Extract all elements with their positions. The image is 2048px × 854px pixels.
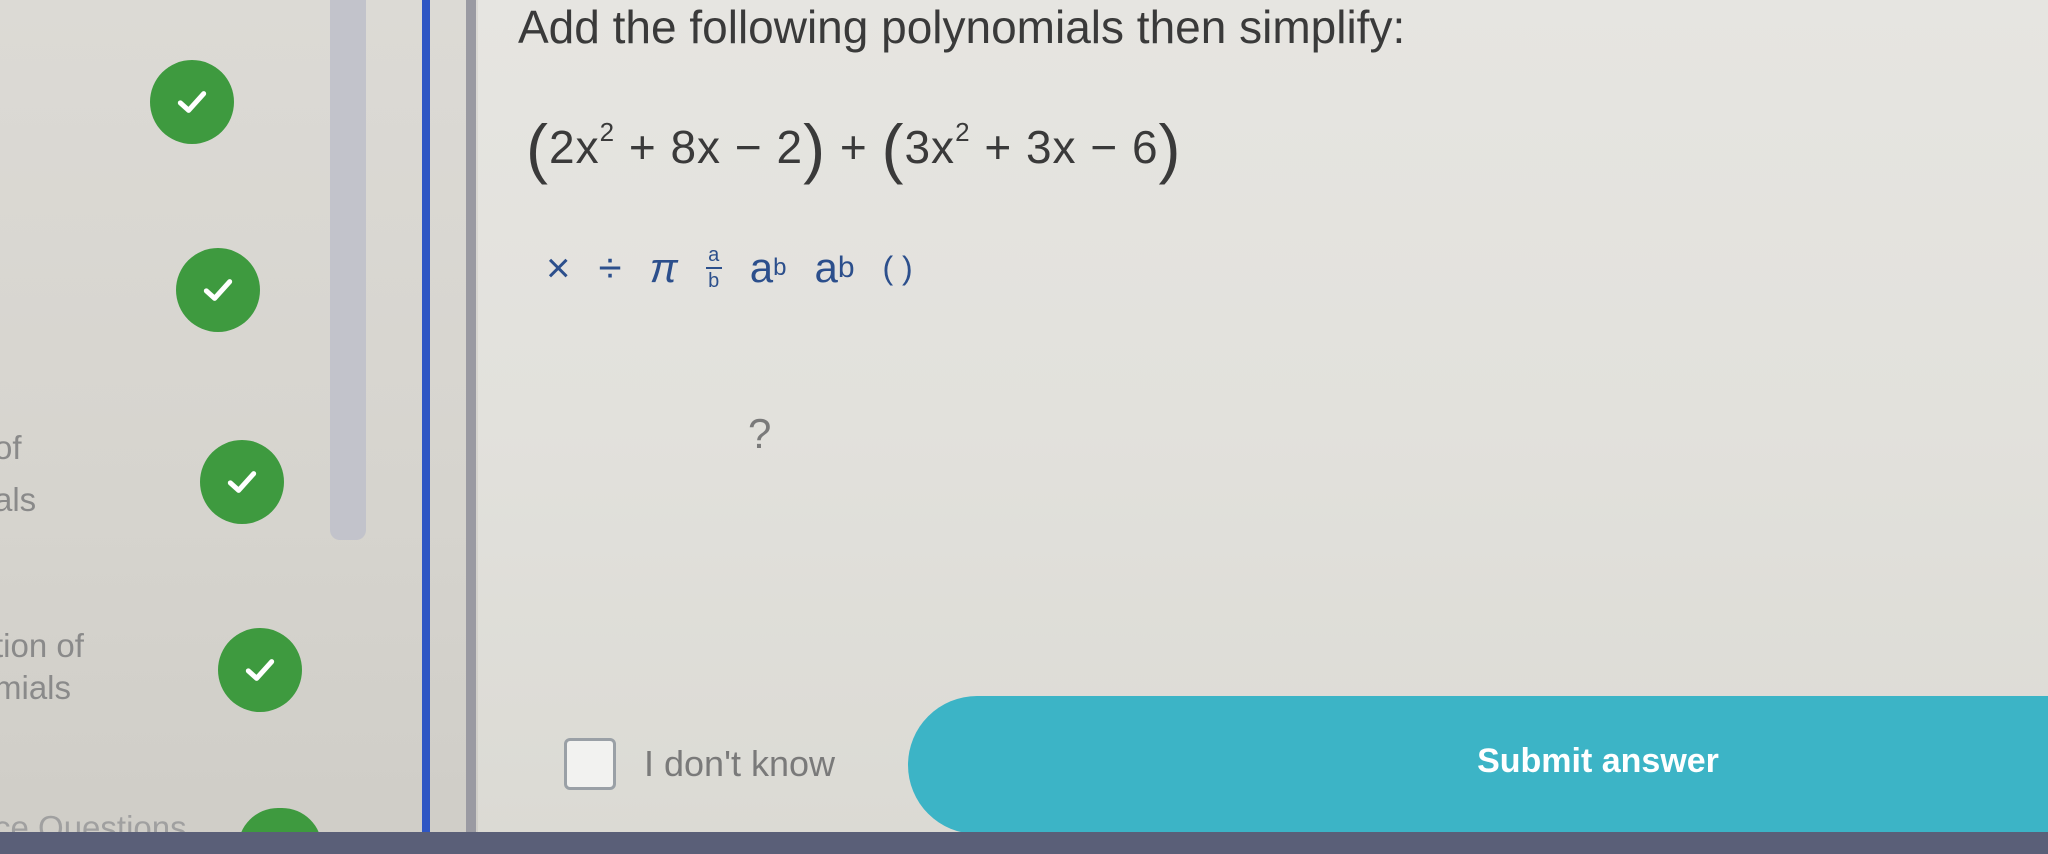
sidebar-scrollbar[interactable] xyxy=(330,0,366,540)
sidebar-divider xyxy=(422,0,430,854)
parentheses-button[interactable]: ( ) xyxy=(883,250,913,287)
sidebar-item-label[interactable]: tion of xyxy=(0,626,84,666)
help-icon[interactable]: ? xyxy=(748,410,771,458)
dont-know-label: I don't know xyxy=(644,743,835,784)
dont-know-option[interactable]: I don't know xyxy=(564,738,835,790)
question-panel: Add the following polynomials then simpl… xyxy=(478,0,2048,840)
submit-answer-button[interactable]: Submit answer xyxy=(908,696,2048,834)
check-icon xyxy=(218,628,302,712)
subscript-button[interactable]: ab xyxy=(814,244,854,292)
sidebar-item-label[interactable]: als xyxy=(0,480,36,520)
check-icon xyxy=(150,60,234,144)
sidebar-edge xyxy=(466,0,476,854)
divide-button[interactable]: ÷ xyxy=(599,244,622,292)
lesson-sidebar: of als tion of mials ce Questions xyxy=(0,0,490,854)
question-title: Add the following polynomials then simpl… xyxy=(518,1,1406,53)
sidebar-item-label[interactable]: of xyxy=(0,428,22,468)
exponent-button[interactable]: ab xyxy=(750,244,787,292)
check-icon xyxy=(200,440,284,524)
times-button[interactable]: × xyxy=(546,244,571,292)
math-toolbar: × ÷ π ab ab ab ( ) xyxy=(546,244,913,292)
fraction-button[interactable]: ab xyxy=(705,245,722,291)
sidebar-item-label[interactable]: mials xyxy=(0,668,71,708)
submit-answer-label: Submit answer xyxy=(1477,741,1719,780)
bottom-bezel xyxy=(0,832,2048,854)
dont-know-checkbox[interactable] xyxy=(564,738,616,790)
check-icon xyxy=(176,248,260,332)
pi-button[interactable]: π xyxy=(650,244,678,292)
polynomial-expression: (2x2 + 8x − 2) + (3x2 + 3x − 6) xyxy=(526,111,1182,185)
